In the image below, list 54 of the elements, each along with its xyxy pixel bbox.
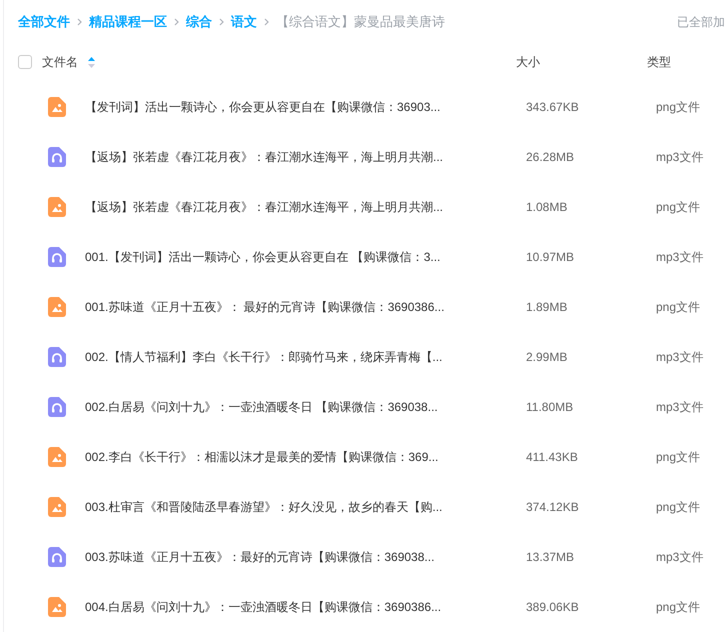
column-header: 类型 — [647, 54, 671, 71]
file-name[interactable]: 003.苏味道《正月十五夜》：最好的元宵诗【购课微信：369038... — [85, 548, 505, 566]
file-name[interactable]: 004.白居易《问刘十九》：一壶浊酒暖冬日【购课微信：3690386... — [85, 598, 505, 616]
file-size: 374.12KB — [526, 499, 579, 516]
file-type: mp3文件 — [656, 149, 704, 166]
audio-file-icon — [48, 247, 66, 267]
file-name[interactable]: 002.白居易《问刘十九》：一壶浊酒暖冬日 【购课微信：369038... — [85, 398, 505, 416]
audio-file-icon — [48, 147, 66, 167]
chevron-icon — [77, 18, 82, 26]
file-size: 343.67KB — [526, 99, 579, 116]
file-type: png文件 — [656, 599, 700, 616]
file-name[interactable]: 002.【情人节福利】李白《长干行》：郎骑竹马来，绕床弄青梅【... — [85, 348, 505, 366]
status-text: 已全部加 — [677, 14, 725, 31]
file-type: png文件 — [656, 449, 700, 466]
audio-file-icon — [48, 347, 66, 367]
file-type: mp3文件 — [656, 399, 704, 416]
file-size: 411.43KB — [526, 449, 578, 466]
file-name[interactable]: 003.杜审言《和晋陵陆丞早春游望》：好久没见，故乡的春天【购... — [85, 498, 505, 516]
file-name[interactable]: 【返场】张若虚《春江花月夜》：春江潮水连海平，海上明月共潮... — [85, 198, 505, 216]
file-name[interactable]: 【发刊词】活出一颗诗心，你会更从容更自在【购课微信：36903... — [85, 98, 505, 116]
file-type: png文件 — [656, 199, 700, 216]
chevron-icon — [174, 18, 179, 26]
file-type: png文件 — [656, 99, 700, 116]
column-header[interactable]: 文件名 — [42, 53, 78, 71]
image-file-icon — [48, 497, 66, 517]
file-name[interactable]: 【返场】张若虚《春江花月夜》：春江潮水连海平，海上明月共潮... — [85, 148, 505, 166]
chevron-icon — [219, 18, 224, 26]
image-file-icon — [48, 297, 66, 317]
file-size: 26.28MB — [526, 149, 574, 166]
file-size: 13.37MB — [526, 549, 574, 566]
file-size: 389.06KB — [526, 599, 579, 616]
file-size: 2.99MB — [526, 349, 568, 366]
file-size: 1.89MB — [526, 299, 568, 316]
column-header: 大小 — [516, 54, 540, 71]
image-file-icon — [48, 447, 66, 467]
image-file-icon — [48, 97, 66, 117]
file-type: mp3文件 — [656, 349, 704, 366]
file-size: 1.08MB — [526, 199, 568, 216]
file-name[interactable]: 001.【发刊词】活出一颗诗心，你会更从容更自在 【购课微信：3... — [85, 248, 505, 266]
file-size: 10.97MB — [526, 249, 574, 266]
file-name[interactable]: 002.李白《长干行》：相濡以沫才是最美的爱情【购课微信：369... — [85, 448, 505, 466]
image-file-icon — [48, 597, 66, 617]
chevron-icon — [264, 18, 269, 26]
file-type: png文件 — [656, 299, 700, 316]
audio-file-icon — [48, 397, 66, 417]
file-type: mp3文件 — [656, 249, 704, 266]
sort-icon[interactable] — [88, 56, 95, 68]
select-all-checkbox[interactable] — [18, 55, 32, 69]
image-file-icon — [48, 197, 66, 217]
file-name[interactable]: 001.苏味道《正月十五夜》： 最好的元宵诗【购课微信：3690386... — [85, 298, 505, 316]
file-type: mp3文件 — [656, 549, 704, 566]
file-type: png文件 — [656, 499, 700, 516]
file-size: 11.80MB — [526, 399, 574, 416]
audio-file-icon — [48, 547, 66, 567]
